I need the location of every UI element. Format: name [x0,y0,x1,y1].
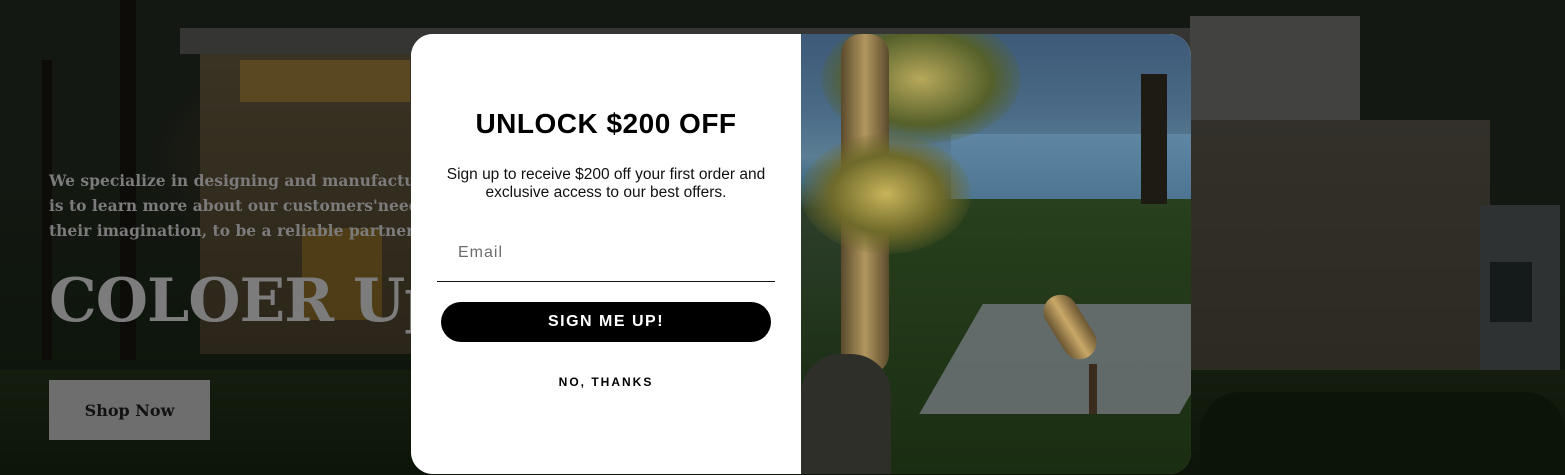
photo-foliage [801,134,971,254]
hero-description-line: is to learn more about our customers'nee… [49,196,445,215]
hero-description-line: their imagination, to be a reliable part… [49,221,449,240]
photo-rock [801,354,891,474]
hero-heading: COLOER Up [49,266,446,336]
modal-promo-image [801,34,1191,474]
spotlight-stake [1089,364,1097,414]
modal-form-panel: UNLOCK $200 OFF Sign up to receive $200 … [411,34,801,474]
signup-modal: UNLOCK $200 OFF Sign up to receive $200 … [411,34,1191,474]
modal-title: UNLOCK $200 OFF [475,108,737,139]
page: We specialize in designing and manufactu… [0,0,1565,475]
hero-description: We specialize in designing and manufactu… [49,168,452,243]
no-thanks-link[interactable]: NO, THANKS [411,374,801,390]
hero-description-line: We specialize in designing and manufactu… [49,171,452,190]
email-field[interactable] [437,224,775,282]
sign-me-up-button[interactable]: SIGN ME UP! [441,302,771,342]
modal-subtitle: Sign up to receive $200 off your first o… [446,166,766,201]
shop-now-button[interactable]: Shop Now [49,380,210,440]
photo-tree-trunk [1141,74,1167,204]
